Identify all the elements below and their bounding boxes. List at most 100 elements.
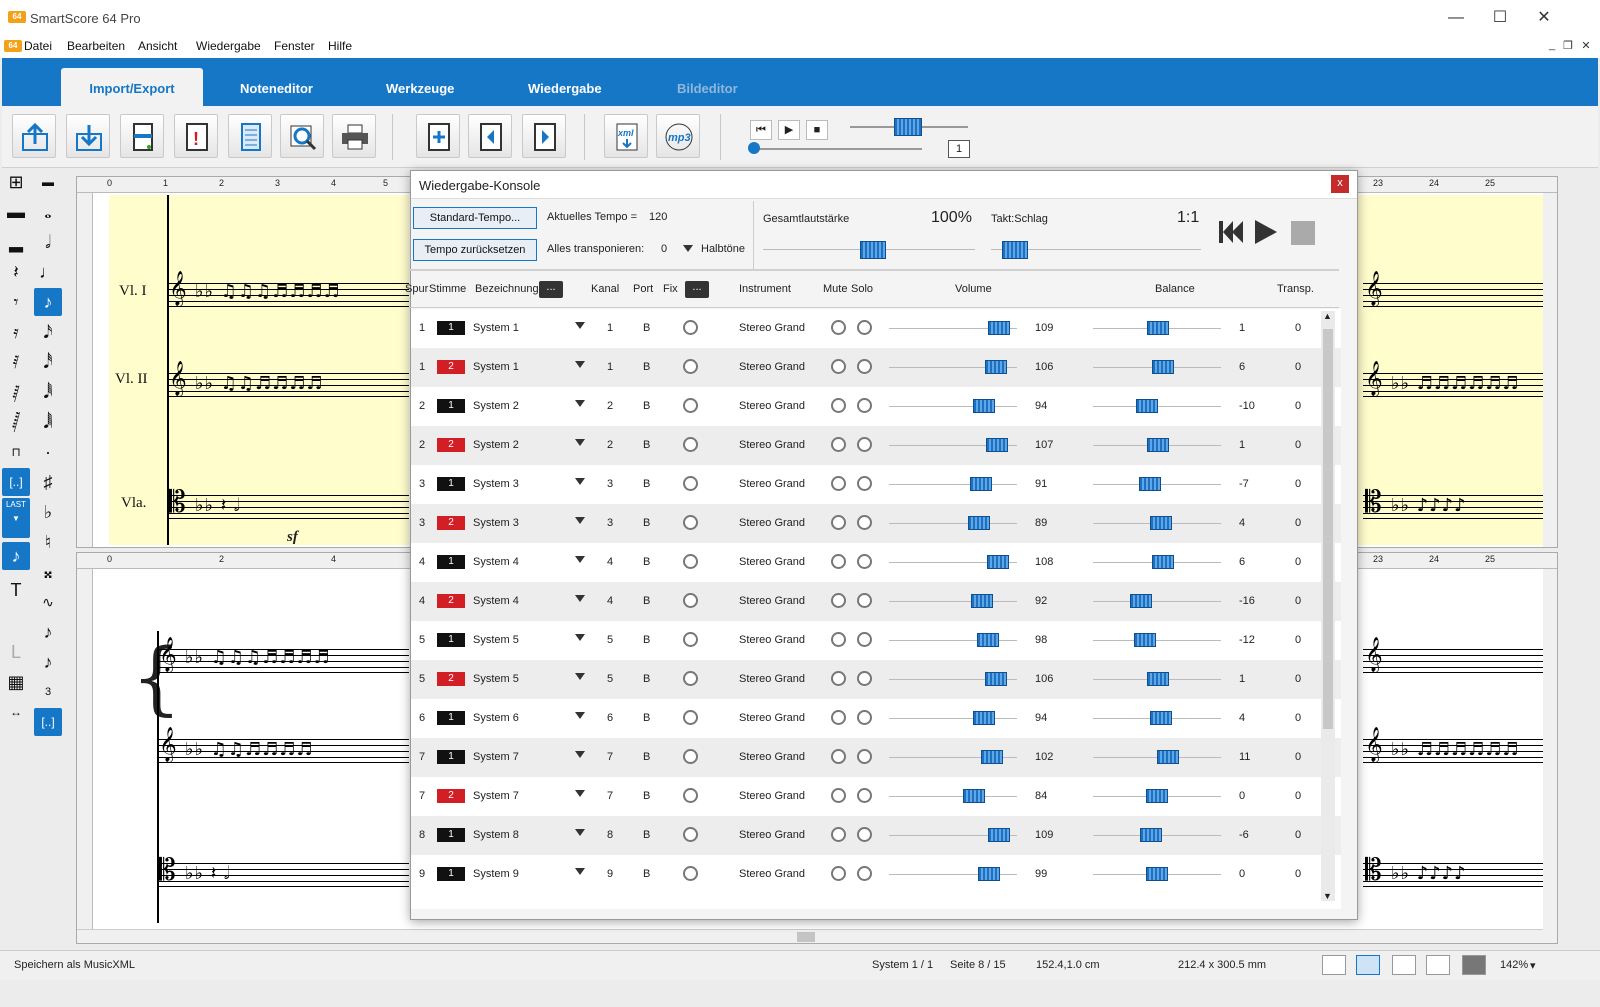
track-transpose[interactable]: 0	[1295, 673, 1301, 685]
balance-slider-thumb[interactable]	[1139, 477, 1161, 491]
half-rest-tool[interactable]: ▂	[2, 228, 30, 256]
track-transpose[interactable]: 0	[1295, 517, 1301, 529]
fix-radio[interactable]	[683, 866, 698, 881]
track-instrument[interactable]: Stereo Grand	[739, 517, 805, 529]
dialog-close-button[interactable]: x	[1331, 175, 1349, 193]
chevron-down-icon[interactable]	[575, 790, 585, 797]
fix-radio[interactable]	[683, 593, 698, 608]
track-port[interactable]: B	[643, 322, 650, 334]
grid-tool[interactable]: ▦	[2, 668, 30, 696]
grace-note-tool[interactable]: ♪	[34, 618, 62, 646]
mute-toggle[interactable]	[831, 827, 846, 842]
track-transpose[interactable]: 0	[1295, 829, 1301, 841]
mute-toggle[interactable]	[831, 593, 846, 608]
solo-toggle[interactable]	[857, 359, 872, 374]
track-row[interactable]: 9 1 System 9 9 B Stereo Grand 99 0 0	[411, 855, 1341, 894]
track-row[interactable]: 2 1 System 2 2 B Stereo Grand 94 -10 0	[411, 387, 1341, 426]
rewind-icon[interactable]	[1217, 219, 1245, 245]
double-sharp-tool[interactable]: 𝄪	[34, 558, 62, 586]
export-xml-button[interactable]: xml	[604, 114, 648, 158]
fix-radio[interactable]	[683, 320, 698, 335]
track-instrument[interactable]: Stereo Grand	[739, 400, 805, 412]
zoom-level[interactable]: 142%	[1500, 959, 1528, 971]
track-row[interactable]: 2 2 System 2 2 B Stereo Grand 107 1 0	[411, 426, 1341, 465]
track-transpose[interactable]: 0	[1295, 322, 1301, 334]
next-page-button[interactable]	[522, 114, 566, 158]
balance-slider-thumb[interactable]	[1147, 672, 1169, 686]
view-single-page-icon[interactable]	[1356, 955, 1380, 975]
volume-slider-thumb[interactable]	[985, 438, 1008, 452]
track-transpose[interactable]: 0	[1295, 712, 1301, 724]
mute-toggle[interactable]	[831, 320, 846, 335]
mute-toggle[interactable]	[831, 671, 846, 686]
track-instrument[interactable]: Stereo Grand	[739, 868, 805, 880]
track-row[interactable]: 7 2 System 7 7 B Stereo Grand 84 0 0	[411, 777, 1341, 816]
solo-toggle[interactable]	[857, 398, 872, 413]
track-transpose[interactable]: 0	[1295, 556, 1301, 568]
track-instrument[interactable]: Stereo Grand	[739, 751, 805, 763]
barline-tool[interactable]: ⊞	[2, 168, 30, 196]
balance-slider-track[interactable]	[1093, 601, 1221, 602]
volume-slider-thumb[interactable]	[984, 672, 1007, 686]
solo-toggle[interactable]	[857, 476, 872, 491]
text-tool[interactable]: T	[2, 576, 30, 604]
balance-slider-thumb[interactable]	[1150, 711, 1172, 725]
chevron-down-icon[interactable]	[575, 595, 585, 602]
balance-slider-thumb[interactable]	[1146, 789, 1168, 803]
view-two-page-icon[interactable]	[1322, 955, 1346, 975]
volume-slider-thumb[interactable]	[980, 750, 1003, 764]
chevron-down-icon[interactable]	[683, 245, 693, 252]
menu-wiedergabe[interactable]: Wiedergabe	[196, 39, 261, 53]
standard-tempo-button[interactable]: Standard-Tempo...	[413, 207, 537, 229]
sixtyfourth-note-tool[interactable]: 𝅘𝅥𝅱	[34, 378, 62, 406]
recognize-button[interactable]: !	[174, 114, 218, 158]
track-port[interactable]: B	[643, 868, 650, 880]
track-row[interactable]: 4 2 System 4 4 B Stereo Grand 92 -16 0	[411, 582, 1341, 621]
track-port[interactable]: B	[643, 556, 650, 568]
chevron-down-icon[interactable]	[575, 439, 585, 446]
balance-slider-thumb[interactable]	[1157, 750, 1179, 764]
volume-slider-thumb[interactable]	[986, 555, 1009, 569]
tab-noteneditor[interactable]: Noteneditor	[240, 81, 313, 96]
horizontal-scrollbar[interactable]	[77, 929, 1543, 943]
track-port[interactable]: B	[643, 361, 650, 373]
solo-toggle[interactable]	[857, 710, 872, 725]
track-channel[interactable]: 4	[607, 556, 613, 568]
mdi-minimize-button[interactable]: _	[1544, 39, 1560, 51]
thirtysecond-rest-tool[interactable]: 𝅀	[2, 348, 30, 376]
volume-slider-thumb[interactable]	[987, 321, 1010, 335]
balance-slider-thumb[interactable]	[1140, 828, 1162, 842]
view-page-icon[interactable]	[1392, 955, 1416, 975]
volume-slider-thumb[interactable]	[987, 828, 1010, 842]
solo-toggle[interactable]	[857, 632, 872, 647]
mute-toggle[interactable]	[831, 788, 846, 803]
reset-tempo-button[interactable]: Tempo zurücksetzen	[413, 239, 537, 261]
quarter-rest-tool[interactable]: 𝄽	[2, 258, 30, 286]
track-row[interactable]: 8 1 System 8 8 B Stereo Grand 109 -6 0	[411, 816, 1341, 855]
track-channel[interactable]: 3	[607, 478, 613, 490]
track-channel[interactable]: 2	[607, 439, 613, 451]
solo-toggle[interactable]	[857, 437, 872, 452]
mute-toggle[interactable]	[831, 359, 846, 374]
maximize-button[interactable]: ☐	[1484, 6, 1516, 30]
track-instrument[interactable]: Stereo Grand	[739, 634, 805, 646]
scrollbar-thumb[interactable]	[797, 932, 815, 942]
vertical-scrollbar[interactable]	[1543, 193, 1557, 547]
chevron-down-icon[interactable]	[575, 751, 585, 758]
track-channel[interactable]: 7	[607, 751, 613, 763]
fix-radio[interactable]	[683, 710, 698, 725]
fix-radio[interactable]	[683, 671, 698, 686]
chevron-down-icon[interactable]	[575, 322, 585, 329]
volume-slider-thumb[interactable]	[970, 594, 993, 608]
track-port[interactable]: B	[643, 634, 650, 646]
balance-slider-thumb[interactable]	[1136, 399, 1158, 413]
rest-measure-tool[interactable]: ▬	[34, 168, 62, 196]
scroll-up-icon[interactable]: ▲	[1323, 311, 1332, 321]
dot-tool[interactable]: ·	[34, 438, 62, 466]
page-number-field[interactable]: 1	[948, 140, 970, 158]
fix-radio[interactable]	[683, 788, 698, 803]
track-channel[interactable]: 1	[607, 361, 613, 373]
solo-toggle[interactable]	[857, 515, 872, 530]
volume-slider-thumb[interactable]	[984, 360, 1007, 374]
app-menu-icon[interactable]: 64	[4, 40, 22, 52]
